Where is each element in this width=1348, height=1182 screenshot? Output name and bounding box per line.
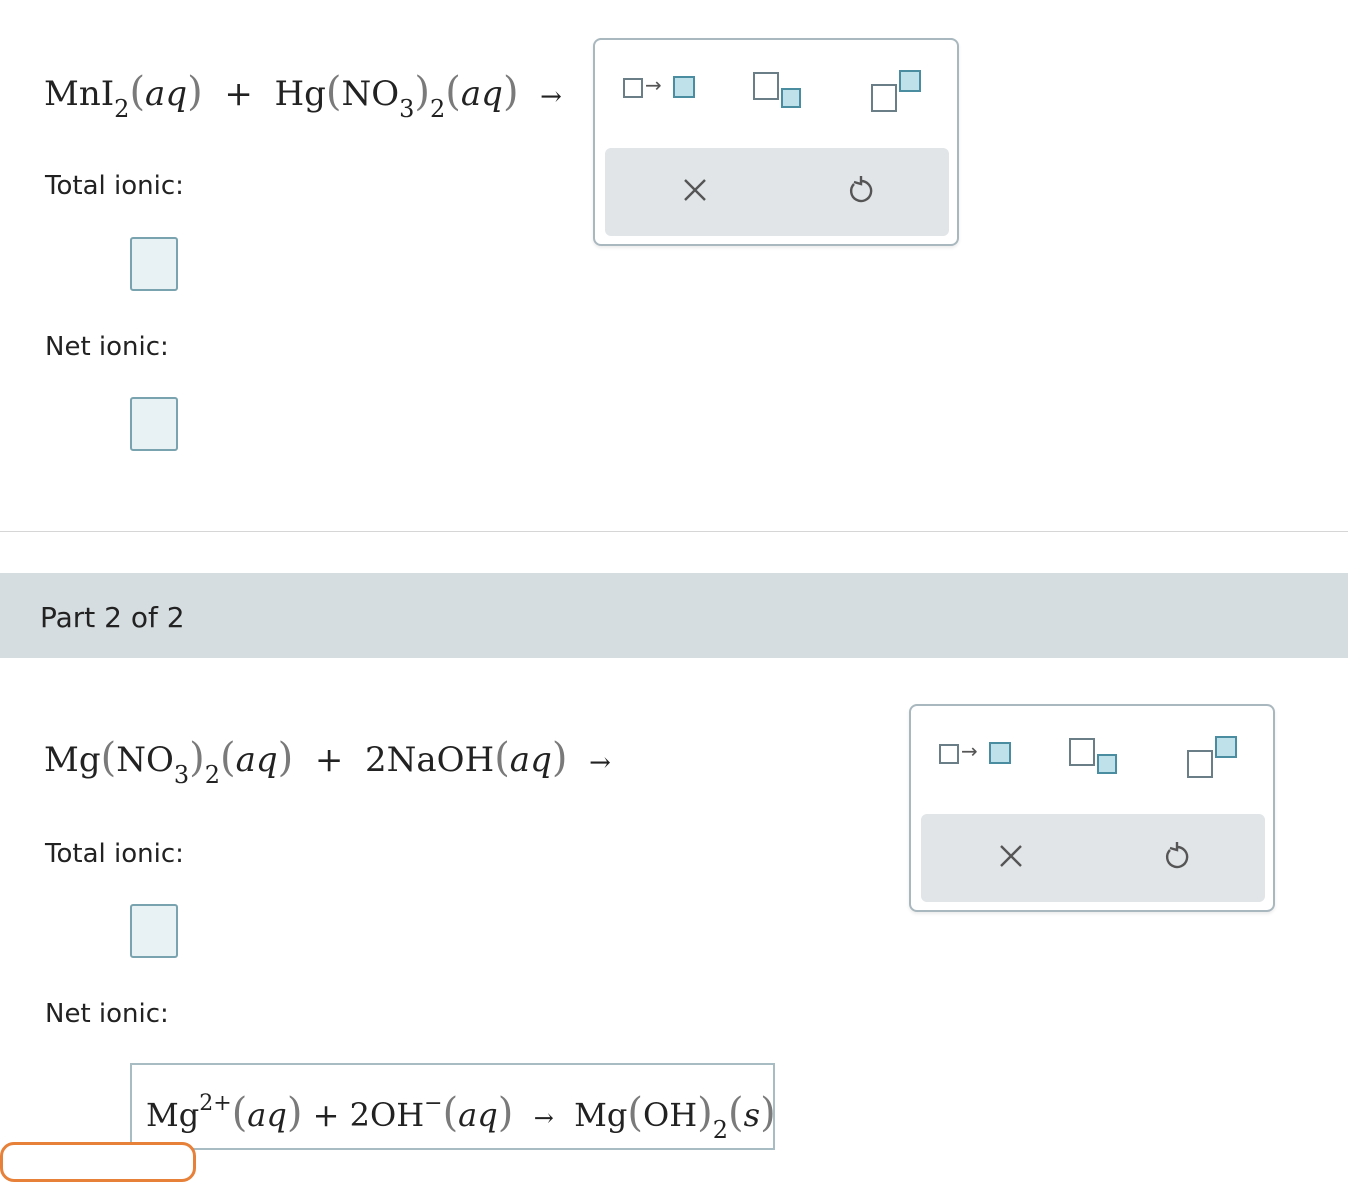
undo-icon[interactable]	[1157, 836, 1197, 876]
total-ionic-label: Total ionic:	[45, 171, 184, 201]
section-divider	[0, 531, 1348, 532]
clear-icon[interactable]	[675, 170, 715, 210]
subscript-icon[interactable]	[1069, 738, 1121, 782]
toolbar-actions-2	[921, 814, 1265, 902]
net-ionic-answer-equation: Mg2+(aq) + 2OH−(aq) → Mg(OH)2(s)	[146, 1090, 776, 1144]
net-ionic-label: Net ionic:	[45, 332, 169, 362]
check-button[interactable]	[0, 1142, 196, 1182]
superscript-icon[interactable]	[1187, 736, 1241, 780]
clear-icon[interactable]	[991, 836, 1031, 876]
part2-reaction-equation: Mg(NO3)2(aq) + 2NaOH(aq) →	[44, 735, 611, 789]
net-ionic-label-2: Net ionic:	[45, 999, 169, 1029]
subscript-icon[interactable]	[753, 72, 805, 116]
toolbar-actions	[605, 148, 949, 236]
reaction-arrow-icon[interactable]: →	[623, 72, 701, 100]
equation-toolbar-2: →	[909, 704, 1275, 912]
net-ionic-answer-box[interactable]: Mg2+(aq) + 2OH−(aq) → Mg(OH)2(s)	[130, 1063, 776, 1150]
equation-toolbar: →	[593, 38, 959, 246]
total-ionic-label-2: Total ionic:	[45, 839, 184, 869]
reaction-arrow-icon[interactable]: →	[939, 738, 1017, 766]
undo-icon[interactable]	[841, 170, 881, 210]
part1-reaction-equation: MnI2(aq) + Hg(NO3)2(aq) →	[44, 69, 562, 123]
part-header: Part 2 of 2	[0, 573, 1348, 658]
superscript-icon[interactable]	[871, 70, 925, 114]
total-ionic-input[interactable]	[130, 237, 178, 291]
net-ionic-input[interactable]	[130, 397, 178, 451]
total-ionic-input-2[interactable]	[130, 904, 178, 958]
part-title: Part 2 of 2	[40, 601, 185, 634]
